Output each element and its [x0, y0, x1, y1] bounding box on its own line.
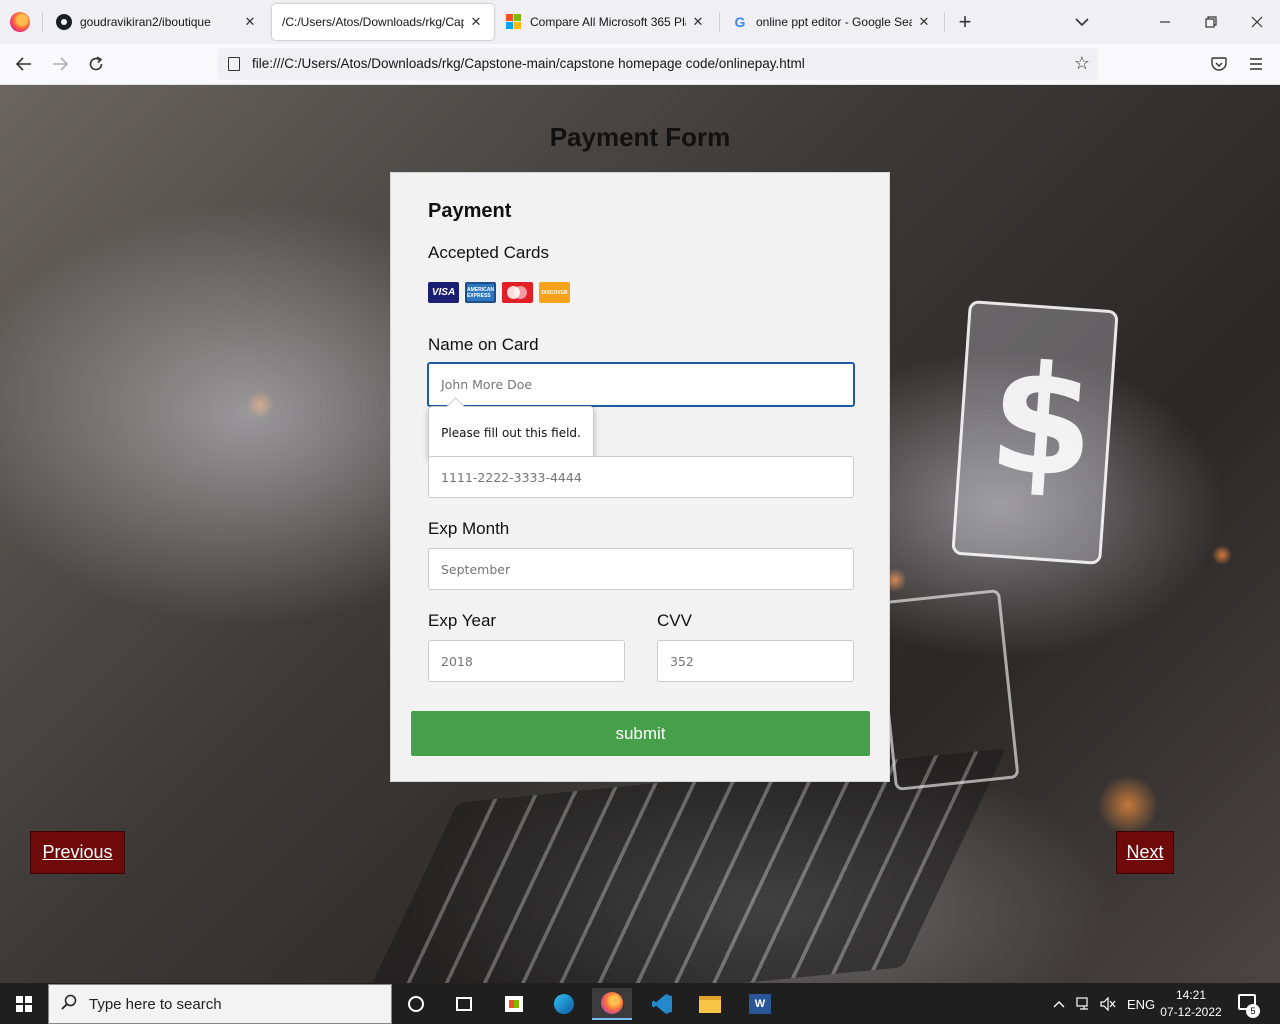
microsoft-icon: [506, 14, 522, 30]
accepted-cards-icons: VISA AMERICAN EXPRESS DISCOVER: [428, 282, 570, 303]
network-icon[interactable]: [1076, 984, 1092, 1024]
forward-arrow-icon[interactable]: [48, 52, 72, 76]
browser-nav-bar: file:///C:/Users/Atos/Downloads/rkg/Caps…: [0, 44, 1280, 85]
search-placeholder: Type here to search: [89, 995, 222, 1013]
google-icon: G: [734, 14, 746, 30]
page-icon: [228, 57, 240, 71]
close-icon[interactable]: ✕: [242, 14, 258, 30]
new-tab-button[interactable]: +: [953, 9, 977, 34]
taskbar-clock[interactable]: 14:21 07-12-2022: [1158, 987, 1224, 1021]
windows-taskbar: Type here to search W ENG 14:21 07-12-20…: [0, 984, 1280, 1024]
tab-title: /C:/Users/Atos/Downloads/rkg/Capstone-ma…: [282, 15, 464, 29]
microsoft-store-icon[interactable]: [494, 988, 534, 1020]
tab-google[interactable]: G online ppt editor - Google Search ✕: [722, 4, 942, 40]
show-hidden-icons-chevron-icon[interactable]: [1053, 984, 1065, 1024]
back-arrow-icon[interactable]: [12, 52, 36, 76]
browser-tab-bar: goudravikiran2/iboutique ✕ /C:/Users/Ato…: [0, 0, 1280, 44]
close-icon[interactable]: ✕: [690, 14, 706, 30]
minimize-window-icon[interactable]: [1153, 10, 1177, 34]
visa-card-icon: VISA: [428, 282, 459, 303]
tab-divider: [944, 12, 945, 32]
firefox-taskbar-icon[interactable]: [592, 988, 632, 1020]
payment-form-card: Payment Accepted Cards VISA AMERICAN EXP…: [390, 172, 890, 782]
bookmark-star-icon[interactable]: ☆: [1074, 53, 1090, 74]
list-tabs-chevron-icon[interactable]: [1070, 10, 1094, 34]
page-title: Payment Form: [549, 122, 731, 152]
url-text[interactable]: file:///C:/Users/Atos/Downloads/rkg/Caps…: [252, 56, 805, 71]
language-indicator[interactable]: ENG: [1127, 984, 1155, 1024]
tab-onlinepay[interactable]: /C:/Users/Atos/Downloads/rkg/Capstone-ma…: [272, 4, 494, 40]
address-bar[interactable]: file:///C:/Users/Atos/Downloads/rkg/Caps…: [218, 48, 1098, 80]
exp-month-label: Exp Month: [428, 519, 510, 538]
tab-divider: [42, 12, 43, 32]
submit-button[interactable]: submit: [411, 711, 870, 756]
accepted-cards-label: Accepted Cards: [428, 243, 549, 262]
close-icon[interactable]: ✕: [916, 14, 932, 30]
tab-divider: [719, 12, 720, 32]
edge-icon[interactable]: [544, 988, 584, 1020]
background-dollar-icon: $: [984, 331, 1101, 513]
volume-muted-icon[interactable]: [1100, 984, 1116, 1024]
exp-year-label: Exp Year: [428, 611, 497, 630]
tab-github[interactable]: goudravikiran2/iboutique ✕: [46, 4, 268, 40]
search-icon: [61, 994, 77, 1015]
tab-microsoft[interactable]: Compare All Microsoft 365 Plans ✕: [496, 4, 716, 40]
tab-title: Compare All Microsoft 365 Plans: [530, 15, 686, 29]
windows-start-icon[interactable]: [16, 996, 32, 1012]
notification-count-badge: 5: [1246, 1004, 1260, 1018]
vscode-icon[interactable]: [642, 988, 682, 1020]
tab-title: goudravikiran2/iboutique: [80, 15, 211, 29]
name-on-card-input[interactable]: John More Doe: [427, 362, 855, 407]
word-icon[interactable]: W: [740, 988, 780, 1020]
restore-window-icon[interactable]: [1199, 10, 1223, 34]
close-window-icon[interactable]: [1245, 10, 1269, 34]
close-icon[interactable]: ✕: [468, 14, 484, 30]
firefox-menu-icon[interactable]: [10, 12, 30, 32]
file-explorer-icon[interactable]: [690, 988, 730, 1020]
taskbar-search-box[interactable]: Type here to search: [48, 984, 392, 1024]
validation-tooltip: Please fill out this field.: [428, 406, 594, 460]
exp-year-input[interactable]: 2018: [428, 640, 625, 682]
payment-heading: Payment: [428, 200, 512, 222]
previous-button[interactable]: Previous: [30, 831, 125, 874]
hamburger-menu-icon[interactable]: [1244, 52, 1268, 76]
cvv-label: CVV: [657, 611, 692, 630]
clock-date: 07-12-2022: [1160, 1005, 1222, 1019]
card-number-input[interactable]: 1111-2222-3333-4444: [428, 456, 854, 498]
tab-title: online ppt editor - Google Search: [756, 15, 912, 29]
task-view-icon[interactable]: [444, 988, 484, 1020]
github-icon: [56, 14, 72, 30]
background-document-panel: [875, 588, 1020, 792]
amex-card-icon: AMERICAN EXPRESS: [465, 282, 496, 303]
name-on-card-label: Name on Card: [428, 335, 539, 354]
cvv-input[interactable]: 352: [657, 640, 854, 682]
reload-icon[interactable]: [84, 52, 108, 76]
exp-month-input[interactable]: September: [428, 548, 854, 590]
cortana-icon[interactable]: [396, 988, 436, 1020]
discover-card-icon: DISCOVER: [539, 282, 570, 303]
mastercard-card-icon: [502, 282, 533, 303]
clock-time: 14:21: [1175, 988, 1207, 1002]
pocket-icon[interactable]: [1207, 52, 1231, 76]
next-button[interactable]: Next: [1116, 831, 1174, 874]
